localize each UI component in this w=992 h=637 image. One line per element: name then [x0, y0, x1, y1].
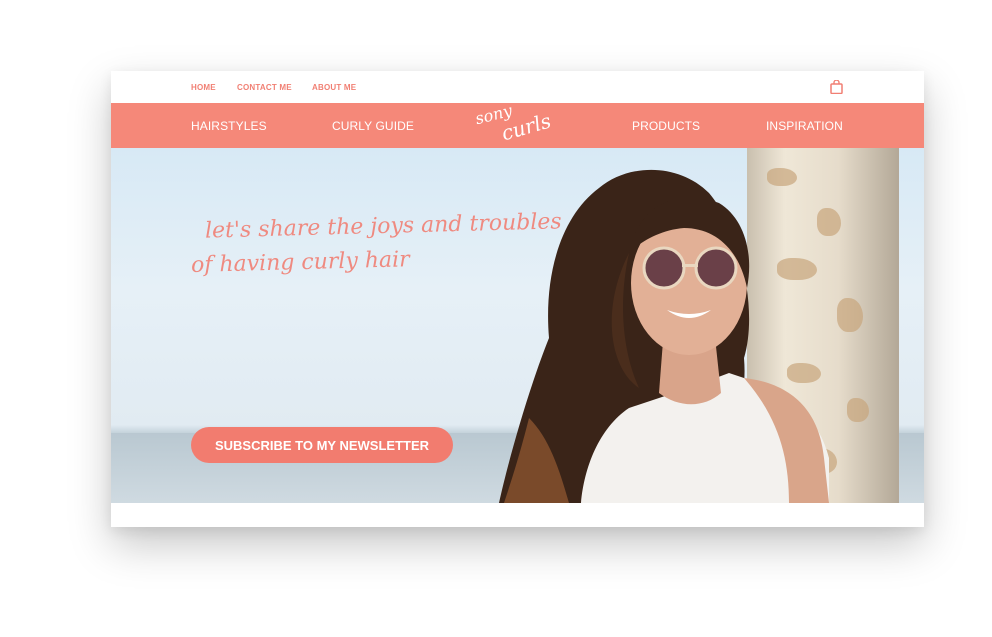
shopping-bag-icon[interactable]: [830, 80, 843, 94]
nav-link-contact-me[interactable]: CONTACT ME: [237, 83, 292, 92]
hero-tagline: let's share the joys and troubles of hav…: [191, 209, 571, 278]
nav-item-hairstyles[interactable]: HAIRSTYLES: [191, 119, 267, 133]
subscribe-newsletter-button[interactable]: SUBSCRIBE TO MY NEWSLETTER: [191, 427, 453, 463]
main-nav-bar: HAIRSTYLES CURLY GUIDE sony curls PRODUC…: [111, 101, 924, 148]
nav-item-products[interactable]: PRODUCTS: [632, 119, 700, 133]
site-logo[interactable]: sony curls: [471, 101, 571, 148]
nav-link-home[interactable]: HOME: [191, 83, 216, 92]
nav-item-curly-guide[interactable]: CURLY GUIDE: [332, 119, 414, 133]
top-bar: HOME CONTACT ME ABOUT ME: [111, 71, 924, 103]
hero-banner: let's share the joys and troubles of hav…: [111, 148, 924, 503]
nav-item-inspiration[interactable]: INSPIRATION: [766, 119, 843, 133]
browser-frame: HOME CONTACT ME ABOUT ME HAIRSTYLES CURL…: [111, 71, 924, 527]
nav-link-about-me[interactable]: ABOUT ME: [312, 83, 356, 92]
